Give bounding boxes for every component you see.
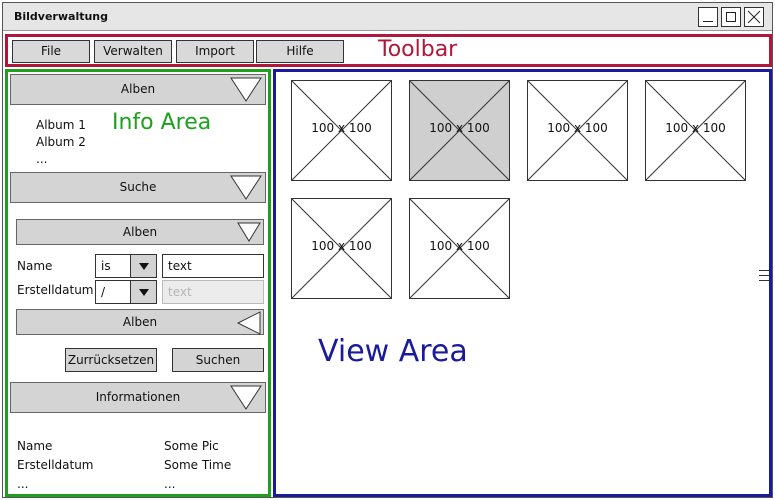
thumbnail-item[interactable]: 100 x 100 — [527, 80, 628, 181]
scrollbar-handle[interactable] — [759, 270, 769, 298]
date-operator-select[interactable]: / — [95, 280, 157, 304]
chevron-down-icon — [130, 255, 156, 277]
date-operator-value: / — [101, 285, 106, 299]
album-scope-label: Alben — [122, 315, 158, 329]
thumbnail-caption: 100 x 100 — [547, 121, 608, 135]
title-bar: Bildverwaltung — [3, 3, 772, 31]
search-section-title: Suche — [119, 180, 157, 194]
thumbnail-caption: 100 x 100 — [429, 121, 490, 135]
details-section-title: Informationen — [95, 390, 181, 404]
erstelldatum-label: Erstelldatum — [17, 283, 94, 297]
file-menu-button[interactable]: File — [12, 40, 90, 63]
toolbar-region-label: Toolbar — [378, 37, 458, 62]
thumbnail-item[interactable]: 100 x 100 — [409, 198, 510, 299]
name-text-input[interactable]: text — [162, 254, 264, 278]
reset-button[interactable]: Zurrücksetzen — [65, 348, 157, 372]
albums-section-title: Alben — [120, 82, 156, 96]
detail-value: Some Pic — [164, 439, 219, 453]
collapse-triangle-icon — [230, 175, 262, 200]
thumbnail-caption: 100 x 100 — [665, 121, 726, 135]
album-list-item[interactable]: Album 2 — [36, 134, 86, 151]
album-list-more: ... — [36, 152, 48, 166]
collapse-triangle-icon — [230, 385, 262, 410]
detail-key: Erstelldatum — [17, 458, 94, 472]
album-scope-dropdown[interactable]: Alben — [16, 309, 264, 335]
name-operator-select[interactable]: is — [95, 254, 157, 278]
verwalten-menu-button[interactable]: Verwalten — [94, 40, 172, 63]
details-keys: Name Erstelldatum ... — [17, 437, 94, 494]
view-area-panel: 100 x 100 100 x 100 100 x 100 100 x 100 100 … — [273, 69, 772, 497]
detail-value: Some Time — [164, 458, 232, 472]
chevron-down-icon — [130, 281, 156, 303]
album-filter-dropdown[interactable]: Alben — [16, 219, 264, 245]
albums-section-header[interactable]: Alben — [10, 74, 266, 105]
album-list-item[interactable]: Album 1 — [36, 117, 86, 134]
window-title: Bildverwaltung — [14, 10, 109, 23]
dropdown-triangle-icon — [237, 222, 261, 242]
date-text-input[interactable]: text — [162, 280, 264, 304]
view-area-region-label: View Area — [318, 334, 468, 369]
expand-left-triangle-icon — [236, 311, 261, 335]
hilfe-menu-button[interactable]: Hilfe — [256, 40, 344, 63]
details-section-header[interactable]: Informationen — [10, 382, 266, 413]
name-operator-value: is — [101, 259, 111, 273]
search-section-header[interactable]: Suche — [10, 172, 266, 203]
info-area-panel: Alben Album 1 Album 2 ... Info Area Such… — [5, 69, 271, 497]
thumbnail-caption: 100 x 100 — [311, 239, 372, 253]
name-input-value: text — [168, 259, 192, 273]
maximize-button[interactable] — [721, 7, 741, 27]
import-menu-button[interactable]: Import — [176, 40, 254, 63]
name-label: Name — [17, 259, 53, 273]
details-values: Some Pic Some Time ... — [164, 437, 231, 494]
date-input-placeholder: text — [168, 285, 192, 299]
thumbnail-caption: 100 x 100 — [429, 239, 490, 253]
detail-value: ... — [164, 477, 176, 491]
thumbnail-item[interactable]: 100 x 100 — [291, 80, 392, 181]
thumbnail-caption: 100 x 100 — [311, 121, 372, 135]
collapse-triangle-icon — [230, 77, 262, 102]
info-area-region-label: Info Area — [112, 110, 212, 135]
close-button[interactable] — [744, 7, 764, 27]
close-icon — [747, 10, 761, 24]
detail-key: Name — [17, 439, 53, 453]
album-list: Album 1 Album 2 ... — [36, 117, 86, 168]
minimize-button[interactable] — [698, 7, 718, 27]
toolbar: File Verwalten Import Hilfe Toolbar — [5, 34, 772, 67]
album-filter-label: Alben — [122, 225, 158, 239]
thumbnail-item[interactable]: 100 x 100 — [291, 198, 392, 299]
detail-key: ... — [17, 477, 29, 491]
thumbnail-item[interactable]: 100 x 100 — [645, 80, 746, 181]
search-button[interactable]: Suchen — [172, 348, 264, 372]
app-window: Bildverwaltung File Verwalten Import Hil… — [2, 2, 773, 498]
thumbnail-item[interactable]: 100 x 100 — [409, 80, 510, 181]
